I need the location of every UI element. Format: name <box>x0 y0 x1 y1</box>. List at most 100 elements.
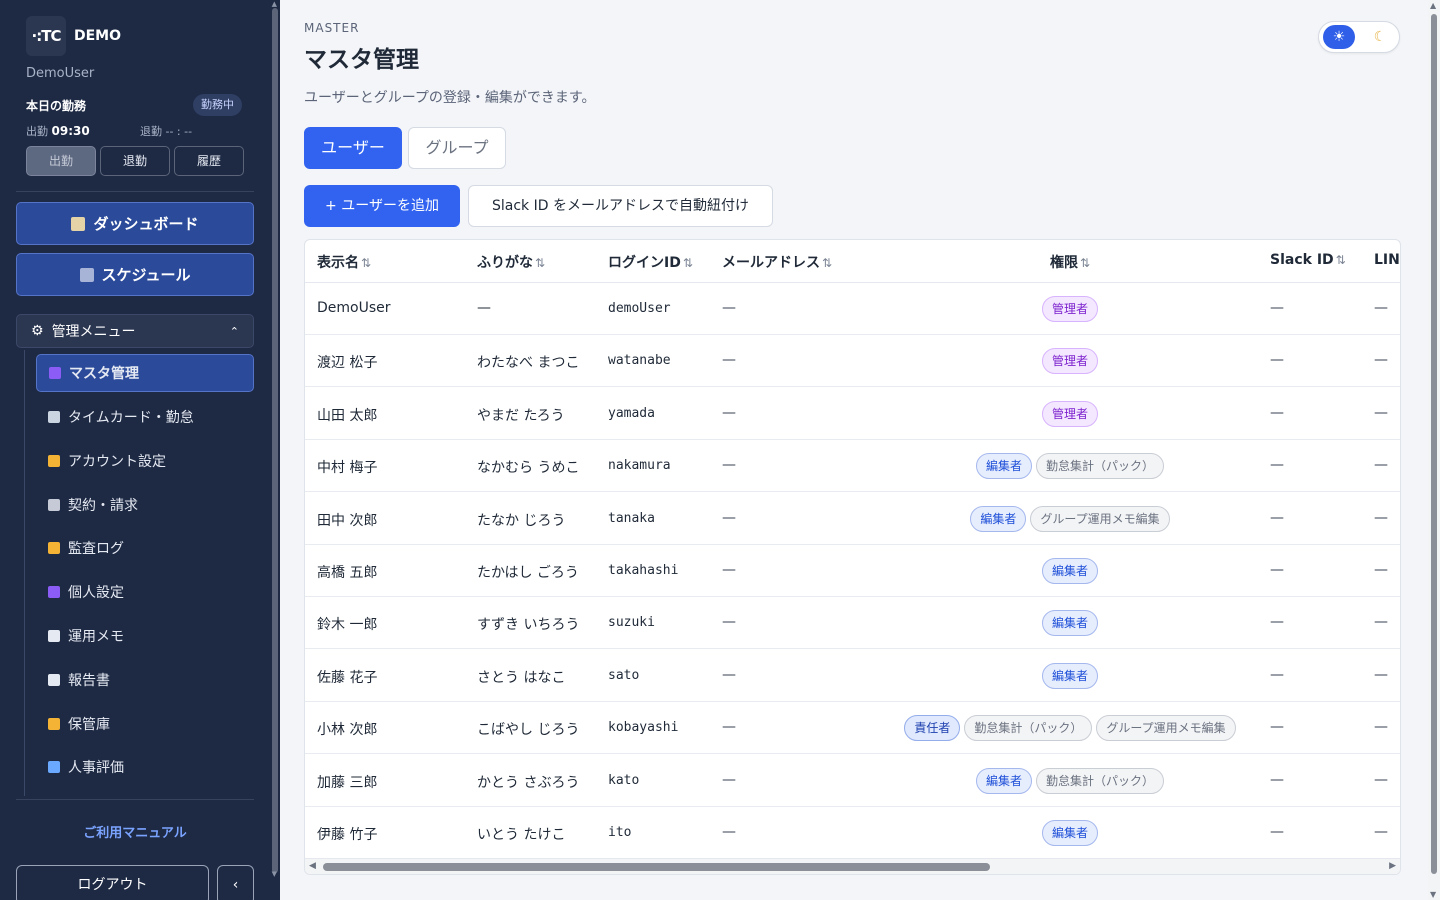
table-row[interactable]: 小林 次郎 こばやし じろう kobayashi — — — 責任者 勤怠集計（パック） グルー… <box>305 702 1400 755</box>
brand[interactable]: ·:TC DEMO <box>26 16 121 56</box>
line-cell: — <box>1374 719 1388 736</box>
clock-out-button[interactable]: 退勤 <box>100 146 170 176</box>
sort-icon[interactable]: ⇅ <box>1080 256 1090 270</box>
document-icon <box>48 674 60 686</box>
calendar-icon <box>79 267 94 282</box>
sidebar-item[interactable]: 監査ログ <box>36 529 254 567</box>
role-badge: 編集者 <box>1041 558 1098 584</box>
table-row[interactable]: DemoUser — demoUser — — — 管理者 <box>305 283 1400 335</box>
add-user-button[interactable]: + ユーザーを追加 <box>304 185 460 227</box>
role-badge: グループ運用メモ編集 <box>1096 715 1236 742</box>
furigana-cell: さとう はなこ <box>477 669 566 686</box>
email-cell: — <box>722 457 736 474</box>
table-row[interactable]: 山田 太郎 やまだ たろう yamada — — — 管理者 <box>305 388 1400 440</box>
display-name-cell: 佐藤 花子 <box>317 669 378 686</box>
clock-out-time: -- : -- <box>165 125 193 138</box>
furigana-cell: なかむら うめこ <box>477 460 580 477</box>
sidebar-item[interactable]: 保管庫 <box>36 705 254 743</box>
sidebar-item[interactable]: 運用メモ <box>36 617 254 655</box>
table-row[interactable]: 伊藤 竹子 いとう たけこ ito — — — 編集者 <box>305 807 1400 859</box>
sidebar-item[interactable]: 人事評価 <box>36 748 254 786</box>
horizontal-scroll-thumb[interactable] <box>323 863 990 871</box>
table-row[interactable]: 中村 梅子 なかむら うめこ nakamura — — — 編集者 勤怠集計（パック） <box>305 440 1400 493</box>
users-icon <box>49 367 61 379</box>
role-badge: 編集者 <box>1041 820 1098 846</box>
table-row[interactable]: 田中 次郎 たなか じろう tanaka — — — 編集者 グループ運用メモ編集 <box>305 493 1400 545</box>
sort-icon[interactable]: ⇅ <box>1336 253 1346 267</box>
sort-icon[interactable]: ⇅ <box>535 256 545 270</box>
login-id-cell: kato <box>608 772 640 788</box>
role-badge: 責任者 <box>904 715 961 742</box>
sun-icon[interactable]: ☀ <box>1323 25 1355 49</box>
sidebar-scrollbar[interactable] <box>272 8 278 873</box>
sidebar-item[interactable]: アカウント設定 <box>36 442 254 480</box>
furigana-cell: かとう さぶろう <box>477 774 580 791</box>
table-row[interactable]: 鈴木 一郎 すずき いちろう suzuki — — — 編集者 <box>305 597 1400 650</box>
sidebar-item[interactable]: マスタ管理 <box>36 354 254 392</box>
moon-icon[interactable]: ☾ <box>1367 25 1393 49</box>
page-scroll-thumb[interactable] <box>1431 14 1437 874</box>
column-header[interactable]: ふりがな ⇅ <box>477 252 545 272</box>
page-scrollbar[interactable]: ▲ ▼ <box>1428 0 1440 900</box>
scroll-left-icon[interactable]: ◀ <box>309 861 316 871</box>
role-badge: 編集者 <box>970 505 1027 532</box>
manual-link[interactable]: ご利用マニュアル <box>0 822 270 841</box>
sidebar-item[interactable]: 報告書 <box>36 661 254 699</box>
role-badge: グループ運用メモ編集 <box>1030 505 1170 532</box>
horizontal-scrollbar[interactable]: ◀ ▶ <box>305 858 1400 874</box>
scroll-right-icon[interactable]: ▶ <box>1389 861 1396 871</box>
table-row[interactable]: 加藤 三郎 かとう さぶろう kato — — — 編集者 勤怠集計（パック） <box>305 755 1400 807</box>
display-name-cell: 中村 梅子 <box>317 460 378 477</box>
scroll-up-icon[interactable]: ▲ <box>272 0 277 8</box>
tab-users[interactable]: ユーザー <box>304 127 402 169</box>
column-header[interactable]: ログインID ⇅ <box>608 252 693 272</box>
scroll-down-icon[interactable]: ▼ <box>272 870 277 878</box>
login-id-cell: demoUser <box>608 301 671 316</box>
sort-icon[interactable]: ⇅ <box>822 256 832 270</box>
sidebar-item[interactable]: タイムカード・勤怠 <box>36 398 254 436</box>
tab-groups[interactable]: グループ <box>408 127 506 169</box>
role-badges: 管理者 <box>865 296 1275 322</box>
column-header[interactable]: メールアドレス ⇅ <box>722 252 832 272</box>
sidebar-item-label: 運用メモ <box>68 629 124 645</box>
role-badges: 編集者 勤怠集計（パック） <box>865 453 1275 480</box>
slack-autolink-button[interactable]: Slack ID をメールアドレスで自動紐付け <box>468 185 773 227</box>
theme-toggle[interactable]: ☀ ☾ <box>1318 21 1400 53</box>
sidebar-item[interactable]: 契約・請求 <box>36 486 254 524</box>
email-cell: — <box>722 771 736 788</box>
schedule-button[interactable]: スケジュール <box>16 253 254 296</box>
email-cell: — <box>722 352 736 369</box>
folder-icon <box>48 718 60 730</box>
sidebar-item-label: 人事評価 <box>68 760 124 776</box>
stopwatch-icon <box>48 411 60 423</box>
sidebar-item[interactable]: 個人設定 <box>36 573 254 611</box>
sidebar-item-label: タイムカード・勤怠 <box>68 410 194 426</box>
role-badge: 編集者 <box>975 453 1032 480</box>
table-row[interactable]: 渡辺 松子 わたなべ まつこ watanabe — — — 管理者 <box>305 335 1400 388</box>
column-header[interactable]: Slack ID ⇅ <box>1270 252 1346 268</box>
column-header[interactable]: 表示名 ⇅ <box>317 252 371 272</box>
column-header[interactable]: 権限 ⇅ <box>1050 252 1090 272</box>
logout-button[interactable]: ログアウト <box>16 865 209 900</box>
collapse-sidebar-button[interactable]: ‹ <box>217 865 254 900</box>
email-cell: — <box>722 666 736 683</box>
furigana-cell: — <box>477 300 491 316</box>
history-button[interactable]: 履歴 <box>174 146 244 176</box>
dashboard-button[interactable]: ダッシュボード <box>16 202 254 245</box>
column-header[interactable]: LINE <box>1374 252 1400 268</box>
admin-menu-toggle[interactable]: ⚙ 管理メニュー ⌃ <box>16 314 254 348</box>
scroll-down-icon[interactable]: ▼ <box>1430 890 1436 899</box>
line-cell: — <box>1374 614 1388 631</box>
role-badges: 編集者 <box>865 662 1275 689</box>
sort-icon[interactable]: ⇅ <box>683 256 693 270</box>
clock-in-button[interactable]: 出勤 <box>26 146 96 176</box>
table-row[interactable]: 高橋 五郎 たかはし ごろう takahashi — — — 編集者 <box>305 545 1400 597</box>
person-icon <box>48 586 60 598</box>
furigana-cell: こばやし じろう <box>477 722 580 739</box>
display-name-cell: 高橋 五郎 <box>317 565 378 581</box>
table-row[interactable]: 佐藤 花子 さとう はなこ sato — — — 編集者 <box>305 650 1400 702</box>
email-cell: — <box>722 719 736 736</box>
scroll-up-icon[interactable]: ▲ <box>1430 1 1436 10</box>
sort-icon[interactable]: ⇅ <box>361 256 371 270</box>
email-cell: — <box>722 509 736 526</box>
